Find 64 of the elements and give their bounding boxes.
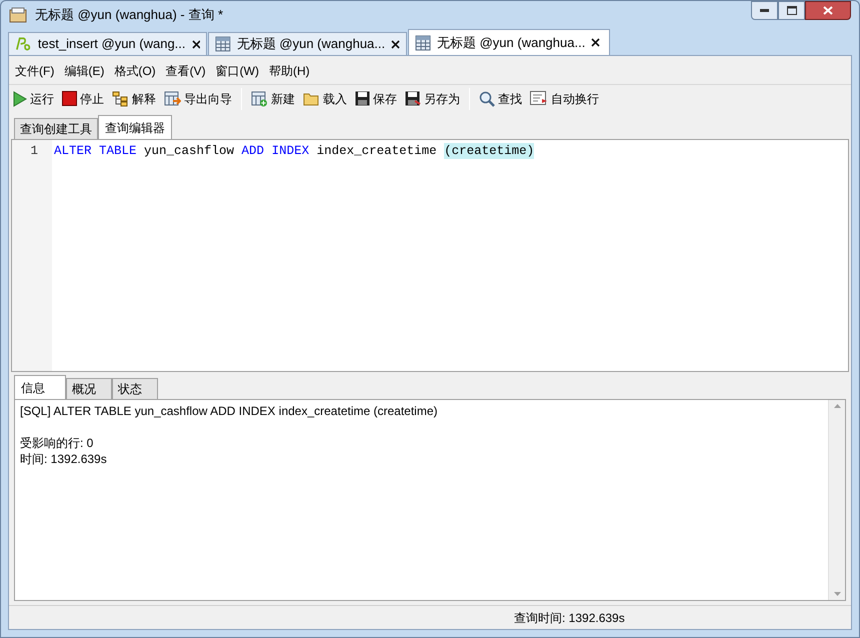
floppy-icon <box>355 91 370 106</box>
code-token: ALTER <box>54 143 92 159</box>
close-icon[interactable] <box>391 40 400 48</box>
code-token: INDEX <box>272 143 310 159</box>
maximize-button[interactable] <box>778 1 805 20</box>
tab-label: 无标题 @yun (wanghua... <box>437 34 586 52</box>
menu-item[interactable]: 帮助(H) <box>268 62 310 80</box>
toolbar-button[interactable]: 新建 <box>251 86 295 110</box>
menu-item[interactable]: 查看(V) <box>166 62 206 80</box>
app-icon <box>9 7 27 23</box>
message-line: [SQL] ALTER TABLE yun_cashflow ADD INDEX index_createtime (createtime) <box>20 403 439 419</box>
document-tab[interactable]: test_insert @yun (wang... <box>8 32 207 55</box>
document-tab[interactable]: 无标题 @yun (wanghua... <box>408 29 610 55</box>
folder-icon <box>303 92 320 106</box>
po-icon <box>15 36 32 52</box>
code-token: TABLE <box>99 143 137 159</box>
close-icon[interactable] <box>192 40 200 48</box>
tab[interactable]: 查询编辑器 <box>98 115 172 139</box>
menu-item[interactable]: 编辑(E) <box>64 62 104 80</box>
tab[interactable]: 状态 <box>112 378 158 399</box>
window-title: 无标题 @yun (wanghua) - 查询 * <box>35 6 224 24</box>
code-token: index_createtime <box>316 143 437 159</box>
query-time: 查询时间: 1392.639s <box>514 610 625 626</box>
minimize-icon <box>760 9 769 12</box>
tab[interactable]: 查询创建工具 <box>14 118 98 139</box>
export-icon <box>164 90 181 106</box>
play-icon <box>13 90 27 106</box>
restore-icon <box>786 6 796 15</box>
table-icon <box>215 36 231 52</box>
toolbar-button[interactable]: 保存 <box>355 86 397 110</box>
floppy-icon <box>405 91 421 106</box>
document-icon <box>530 91 548 106</box>
close-icon[interactable] <box>591 38 600 47</box>
toolbar-button[interactable]: 另存为 <box>405 86 460 110</box>
code-token: yun_cashflow <box>144 143 234 159</box>
tab[interactable]: 概况 <box>66 378 112 399</box>
new-table-icon <box>251 90 268 106</box>
code-token: ADD <box>242 143 264 159</box>
message-line: 受影响的行: 0 <box>20 435 94 451</box>
tab-label: 无标题 @yun (wanghua... <box>236 35 386 54</box>
toolbar-button[interactable]: 停止 <box>62 86 104 110</box>
toolbar-button[interactable]: 解释 <box>112 86 156 110</box>
minimize-button[interactable] <box>751 1 778 20</box>
toolbar-button[interactable]: 运行 <box>13 86 54 110</box>
message-line: 时间: 1392.639s <box>20 451 108 467</box>
menu-item[interactable]: 格式(O) <box>114 62 156 80</box>
sql-editor[interactable]: 1 ALTER TABLE yun_cashflow ADD INDEX index_createtime (createtime) <box>11 139 849 372</box>
document-tab[interactable]: 无标题 @yun (wanghua... <box>208 32 407 55</box>
line-number: 1 <box>30 143 38 159</box>
tab-label: test_insert @yun (wang... <box>38 35 186 54</box>
toolbar-button[interactable]: 导出向导 <box>164 86 232 110</box>
menu-item[interactable]: 文件(F) <box>15 62 54 80</box>
toolbar-button[interactable]: 查找 <box>479 86 522 110</box>
tree-icon <box>112 90 129 106</box>
toolbar-button[interactable]: 自动换行 <box>530 86 599 110</box>
close-button[interactable] <box>805 1 851 20</box>
code-token: (createtime) <box>444 143 534 159</box>
menu-item[interactable]: 窗口(W) <box>216 62 259 80</box>
toolbar-button[interactable]: 载入 <box>303 86 347 110</box>
close-icon <box>823 6 833 15</box>
tab[interactable]: 信息 <box>14 375 66 399</box>
stop-icon <box>62 91 77 106</box>
search-icon <box>479 90 495 106</box>
table-icon <box>415 34 431 50</box>
